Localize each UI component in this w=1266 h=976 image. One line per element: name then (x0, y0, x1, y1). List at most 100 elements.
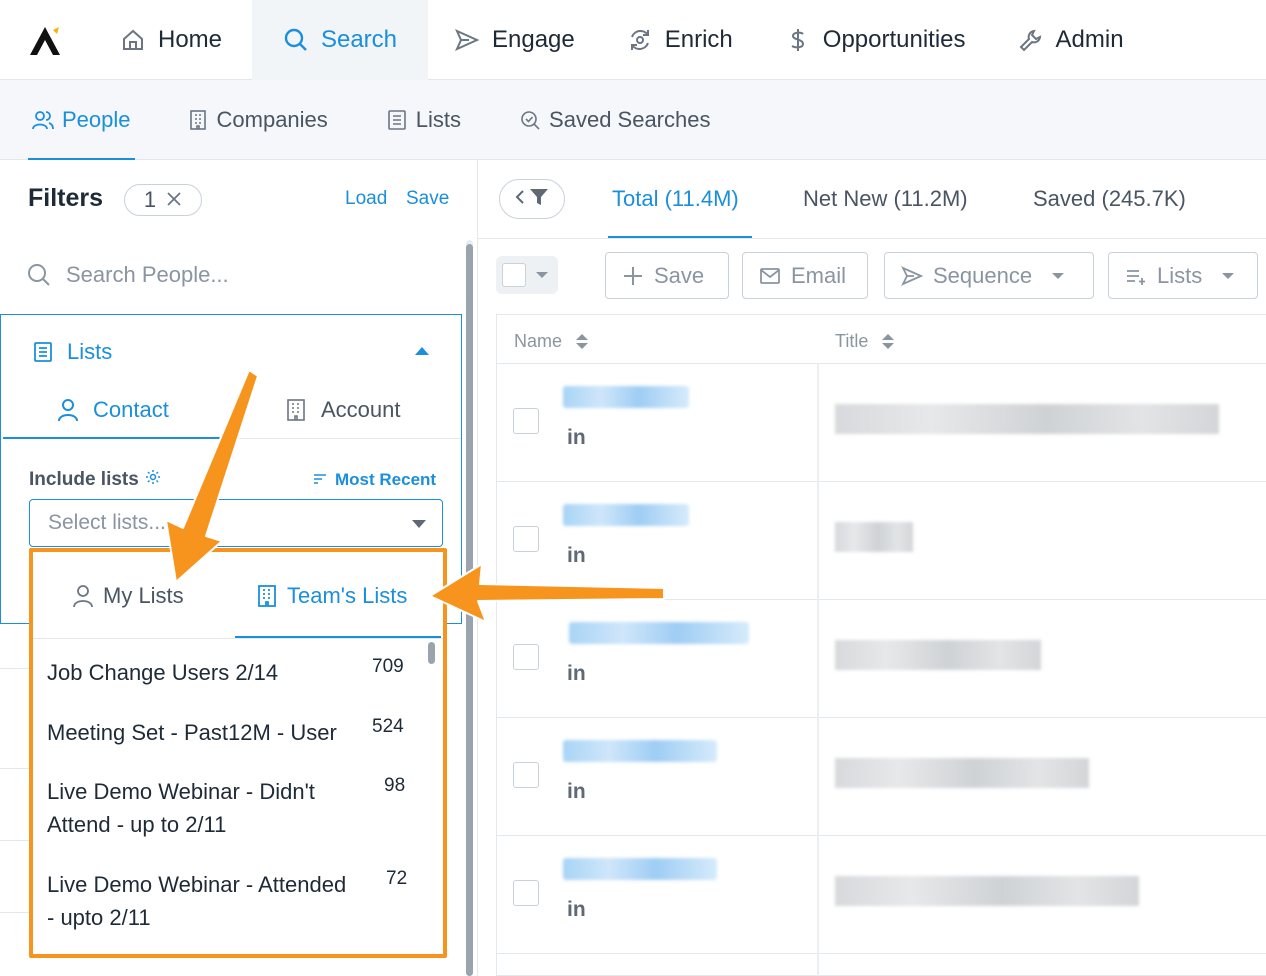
divider (33, 638, 443, 639)
redacted-title (835, 640, 1041, 670)
tab-net-new[interactable]: Net New (11.2M) (803, 186, 968, 212)
sort-most-recent[interactable]: Most Recent (313, 470, 436, 490)
toggle-filters-button[interactable] (499, 179, 565, 219)
lists-filter-title: Lists (67, 339, 113, 364)
sub-nav: People Companies Lists Saved Searches (0, 80, 1266, 160)
list-option-count: 72 (386, 868, 408, 889)
row-checkbox[interactable] (513, 408, 539, 434)
tab-contact[interactable]: Contact (57, 397, 169, 423)
save-filters-link[interactable]: Save (406, 188, 449, 210)
list-icon (386, 109, 408, 131)
nav-opportunities[interactable]: Opportunities (759, 0, 992, 80)
nav-home[interactable]: Home (96, 0, 252, 80)
redacted-title (835, 404, 1219, 434)
clear-filters-icon[interactable] (166, 187, 182, 213)
send-icon (454, 27, 480, 53)
column-header-title-label: Title (835, 331, 869, 351)
filter-funnel-icon (529, 187, 549, 212)
list-option[interactable]: Live Demo Webinar - Attended - upto 2/11 (47, 868, 357, 934)
table-row[interactable]: in (497, 482, 1266, 600)
redacted-name[interactable] (569, 622, 749, 644)
filter-count-badge[interactable]: 1 (124, 184, 202, 216)
select-lists-input[interactable]: Select lists... (29, 499, 443, 547)
nav-enrich[interactable]: Enrich (601, 0, 759, 80)
building-icon (187, 109, 209, 131)
table-row[interactable]: in (497, 364, 1266, 482)
chevron-down-icon[interactable] (536, 272, 548, 278)
nav-engage[interactable]: Engage (428, 0, 601, 80)
table-row[interactable]: in (497, 836, 1266, 954)
sort-icon[interactable] (576, 334, 589, 349)
sequence-button[interactable]: Sequence (884, 252, 1094, 299)
linkedin-icon[interactable]: in (567, 426, 586, 450)
app-logo[interactable] (0, 0, 96, 80)
linkedin-icon[interactable]: in (567, 898, 586, 922)
collapse-caret-icon[interactable] (415, 347, 429, 355)
save-button[interactable]: Save (605, 252, 729, 299)
list-option-count: 524 (372, 716, 404, 737)
lists-button[interactable]: Lists (1108, 252, 1258, 299)
dropdown-scrollbar-thumb[interactable] (428, 642, 435, 664)
row-checkbox[interactable] (513, 644, 539, 670)
lists-filter-header[interactable]: Lists (33, 339, 112, 365)
nav-search-label: Search (320, 25, 398, 53)
send-icon (901, 265, 923, 287)
redacted-name[interactable] (563, 504, 689, 526)
subnav-saved-searches[interactable]: Saved Searches (519, 80, 710, 160)
redacted-name[interactable] (563, 858, 717, 880)
linkedin-icon[interactable]: in (567, 780, 586, 804)
row-checkbox[interactable] (513, 526, 539, 552)
row-checkbox[interactable] (513, 762, 539, 788)
tab-total[interactable]: Total (11.4M) (612, 186, 739, 212)
settings-gear-icon[interactable] (145, 469, 161, 491)
sort-icon[interactable] (882, 334, 895, 349)
include-lists-label: Include lists (29, 469, 161, 491)
table-row[interactable]: in (497, 600, 1266, 718)
load-filters-link[interactable]: Load (345, 188, 387, 210)
select-all-checkbox[interactable] (496, 256, 558, 294)
chevron-left-icon (515, 189, 525, 210)
person-icon (73, 584, 93, 608)
filters-scrollbar-thumb[interactable] (466, 244, 473, 976)
checkbox[interactable] (502, 263, 526, 287)
email-button[interactable]: Email (742, 252, 868, 299)
tab-teams-lists[interactable]: Team's Lists (257, 583, 407, 609)
logo-icon (30, 26, 60, 55)
tab-saved[interactable]: Saved (245.7K) (1033, 186, 1186, 212)
divider (0, 768, 30, 769)
nav-admin[interactable]: Admin (992, 0, 1150, 80)
select-lists-placeholder: Select lists... (48, 511, 166, 534)
results-panel: Total (11.4M) Net New (11.2M) Saved (245… (478, 160, 1266, 976)
list-option[interactable]: Meeting Set - Past12M - User (47, 716, 377, 749)
chevron-down-icon (1222, 272, 1235, 279)
table-row[interactable]: in (497, 718, 1266, 836)
redacted-name[interactable] (563, 386, 689, 408)
search-people-input[interactable]: Search People... (26, 262, 229, 288)
column-divider (817, 363, 819, 976)
sort-lines-icon (313, 470, 327, 490)
tab-contact-label: Contact (93, 397, 169, 422)
subnav-lists[interactable]: Lists (386, 80, 461, 160)
subnav-companies[interactable]: Companies (187, 80, 328, 160)
tab-my-lists-label: My Lists (103, 583, 184, 608)
column-header-name[interactable]: Name (514, 331, 589, 352)
contact-account-tabs: Contact Account (1, 375, 461, 439)
redacted-name[interactable] (563, 740, 717, 762)
linkedin-icon[interactable]: in (567, 662, 586, 686)
linkedin-icon[interactable]: in (567, 544, 586, 568)
column-header-title[interactable]: Title (835, 331, 895, 352)
nav-search[interactable]: Search (252, 0, 428, 80)
row-checkbox[interactable] (513, 880, 539, 906)
save-button-label: Save (654, 262, 705, 288)
list-option[interactable]: Live Demo Webinar - Didn't Attend - up t… (47, 775, 357, 841)
tab-contact-underline (3, 437, 223, 439)
nav-enrich-label: Enrich (664, 25, 733, 53)
include-lists-text: Include lists (29, 469, 139, 490)
tab-account[interactable]: Account (285, 397, 401, 423)
subnav-people[interactable]: People (28, 80, 135, 160)
redacted-title (835, 876, 1139, 906)
subnav-saved-searches-label: Saved Searches (549, 106, 711, 132)
sort-most-recent-label: Most Recent (335, 470, 437, 489)
list-option[interactable]: Job Change Users 2/14 (47, 656, 377, 689)
tab-my-lists[interactable]: My Lists (73, 583, 184, 609)
